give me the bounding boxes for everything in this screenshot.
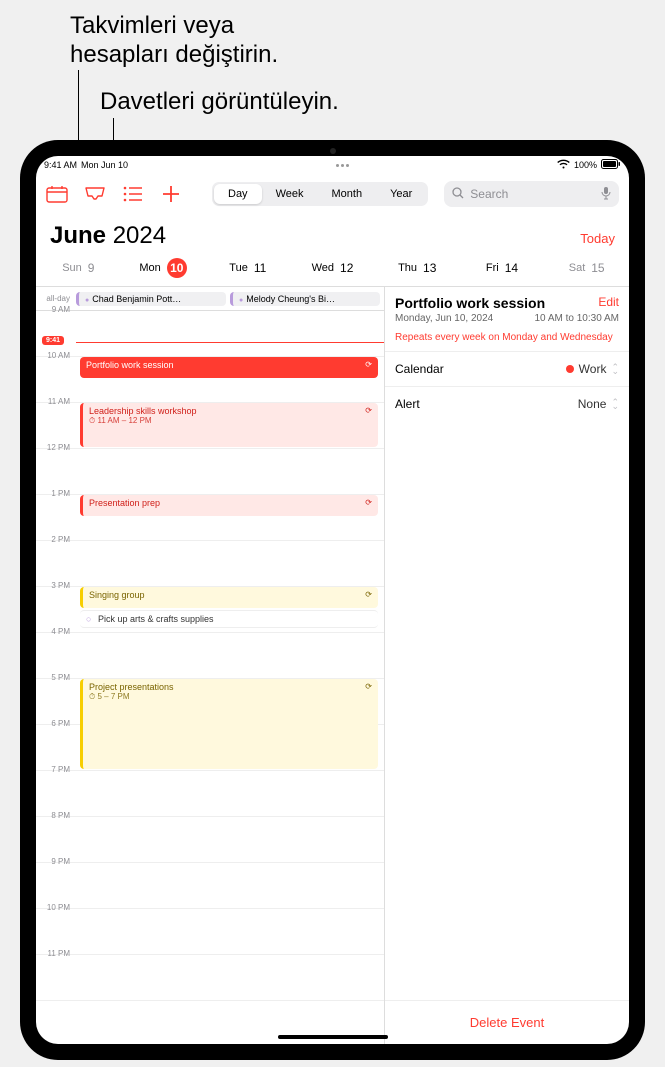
now-badge: 9:41 xyxy=(42,336,64,345)
event-title: Singing group xyxy=(89,590,145,600)
view-year[interactable]: Year xyxy=(376,184,426,204)
ipad-screen: 9:41 AM Mon Jun 10 100% xyxy=(36,156,629,1044)
edit-button[interactable]: Edit xyxy=(598,295,619,309)
hour-5pm: 5 PM xyxy=(36,673,76,682)
inbox-button[interactable] xyxy=(84,183,106,205)
repeat-icon: ⟳ xyxy=(365,590,372,599)
ipad-frame: 9:41 AM Mon Jun 10 100% xyxy=(20,140,645,1060)
detail-date: Monday, Jun 10, 2024 xyxy=(395,313,493,324)
event-pickup[interactable]: Pick up arts & crafts supplies xyxy=(80,610,378,628)
camera-dot xyxy=(330,148,336,154)
allday-row: all-day Chad Benjamin Pott… Melody Cheun… xyxy=(36,287,384,311)
hour-8pm: 8 PM xyxy=(36,811,76,820)
hour-grid: 9 AM 10 AM 11 AM 12 PM 1 PM 2 PM 3 PM 4 … xyxy=(36,311,384,1001)
hour-1pm: 1 PM xyxy=(36,489,76,498)
view-day[interactable]: Day xyxy=(214,184,262,204)
callout-invites: Davetleri görüntüleyin. xyxy=(100,88,339,117)
event-title: Pick up arts & crafts supplies xyxy=(98,614,214,624)
calendars-button[interactable] xyxy=(46,183,68,205)
detail-title: Portfolio work session xyxy=(395,295,598,311)
hour-10am: 10 AM xyxy=(36,351,76,360)
list-button[interactable] xyxy=(122,183,144,205)
multitask-dots[interactable] xyxy=(332,164,353,167)
detail-time: 10 AM to 10:30 AM xyxy=(535,313,620,324)
toolbar: Day Week Month Year Search xyxy=(36,174,629,214)
allday-event-1[interactable]: Chad Benjamin Pott… xyxy=(76,292,226,306)
mic-icon[interactable] xyxy=(601,186,611,203)
add-event-button[interactable] xyxy=(160,183,182,205)
view-segment: Day Week Month Year xyxy=(212,182,428,206)
hour-9am: 9 AM xyxy=(36,305,76,314)
search-field[interactable]: Search xyxy=(444,181,619,207)
calendar-color-dot xyxy=(566,365,574,373)
hour-11pm: 11 PM xyxy=(36,949,76,958)
event-project[interactable]: ⟳ Project presentations ⏱ 5 – 7 PM xyxy=(80,679,378,769)
weekday-thu[interactable]: Thu13 xyxy=(375,258,460,278)
today-button[interactable]: Today xyxy=(580,231,615,246)
search-icon xyxy=(452,187,464,202)
event-detail-panel: Portfolio work session Edit Monday, Jun … xyxy=(384,287,629,1044)
detail-alert-label: Alert xyxy=(395,397,420,411)
weekday-tue[interactable]: Tue11 xyxy=(205,258,290,278)
month-header: June 2024 Today xyxy=(36,214,629,254)
view-week[interactable]: Week xyxy=(262,184,318,204)
allday-event-2[interactable]: Melody Cheung's Bi… xyxy=(230,292,380,306)
main-content: all-day Chad Benjamin Pott… Melody Cheun… xyxy=(36,286,629,1044)
day-schedule[interactable]: all-day Chad Benjamin Pott… Melody Cheun… xyxy=(36,287,384,1044)
hour-11am: 11 AM xyxy=(36,397,76,406)
view-month[interactable]: Month xyxy=(317,184,376,204)
detail-calendar-row[interactable]: Calendar Work ⌃⌄ xyxy=(385,351,629,386)
year: 2024 xyxy=(113,222,166,249)
detail-calendar-label: Calendar xyxy=(395,362,444,376)
detail-calendar-value: Work xyxy=(579,362,607,376)
hour-12pm: 12 PM xyxy=(36,443,76,452)
chevron-updown-icon: ⌃⌄ xyxy=(611,365,619,374)
weekday-sun[interactable]: Sun9 xyxy=(36,258,121,278)
event-portfolio[interactable]: ⟳ Portfolio work session xyxy=(80,357,378,378)
battery-percent: 100% xyxy=(574,160,597,170)
month-title: June 2024 xyxy=(50,222,166,250)
status-date: Mon Jun 10 xyxy=(81,160,128,170)
repeat-icon: ⟳ xyxy=(365,498,372,507)
event-title: Leadership skills workshop xyxy=(89,406,372,416)
allday-label: all-day xyxy=(36,294,76,303)
hour-4pm: 4 PM xyxy=(36,627,76,636)
search-placeholder: Search xyxy=(470,187,508,201)
event-subtitle: 5 – 7 PM xyxy=(97,692,129,701)
weekday-mon[interactable]: Mon10 xyxy=(121,258,206,278)
hour-2pm: 2 PM xyxy=(36,535,76,544)
repeat-icon: ⟳ xyxy=(365,406,372,415)
event-presentation[interactable]: ⟳ Presentation prep xyxy=(80,495,378,516)
event-title: Project presentations xyxy=(89,682,372,692)
status-time: 9:41 AM xyxy=(44,160,77,170)
chevron-updown-icon: ⌃⌄ xyxy=(611,400,619,409)
repeat-icon: ⟳ xyxy=(365,682,372,691)
event-title: Portfolio work session xyxy=(86,360,174,370)
event-singing[interactable]: ⟳ Singing group xyxy=(80,587,378,608)
hour-10pm: 10 PM xyxy=(36,903,76,912)
detail-repeats: Repeats every week on Monday and Wednesd… xyxy=(385,332,629,351)
hour-9pm: 9 PM xyxy=(36,857,76,866)
weekday-wed[interactable]: Wed12 xyxy=(290,258,375,278)
event-title: Presentation prep xyxy=(89,498,160,508)
month-name: June xyxy=(50,222,106,249)
weekday-fri[interactable]: Fri14 xyxy=(460,258,545,278)
weekday-row: Sun9 Mon10 Tue11 Wed12 Thu13 Fri14 Sat15 xyxy=(36,254,629,286)
callout-calendars: Takvimleri veyahesapları değiştirin. xyxy=(70,12,278,70)
weekday-sat[interactable]: Sat15 xyxy=(544,258,629,278)
home-indicator[interactable] xyxy=(278,1035,388,1039)
battery-icon xyxy=(601,159,621,171)
hour-6pm: 6 PM xyxy=(36,719,76,728)
repeat-icon: ⟳ xyxy=(365,360,372,369)
status-bar: 9:41 AM Mon Jun 10 100% xyxy=(36,156,629,174)
hour-7pm: 7 PM xyxy=(36,765,76,774)
hour-3pm: 3 PM xyxy=(36,581,76,590)
wifi-icon xyxy=(557,159,570,171)
delete-event-button[interactable]: Delete Event xyxy=(385,1000,629,1044)
event-leadership[interactable]: ⟳ Leadership skills workshop ⏱ 11 AM – 1… xyxy=(80,403,378,447)
now-line xyxy=(76,342,384,343)
detail-alert-row[interactable]: Alert None ⌃⌄ xyxy=(385,386,629,421)
detail-alert-value: None xyxy=(578,397,607,411)
event-subtitle: 11 AM – 12 PM xyxy=(97,416,151,425)
